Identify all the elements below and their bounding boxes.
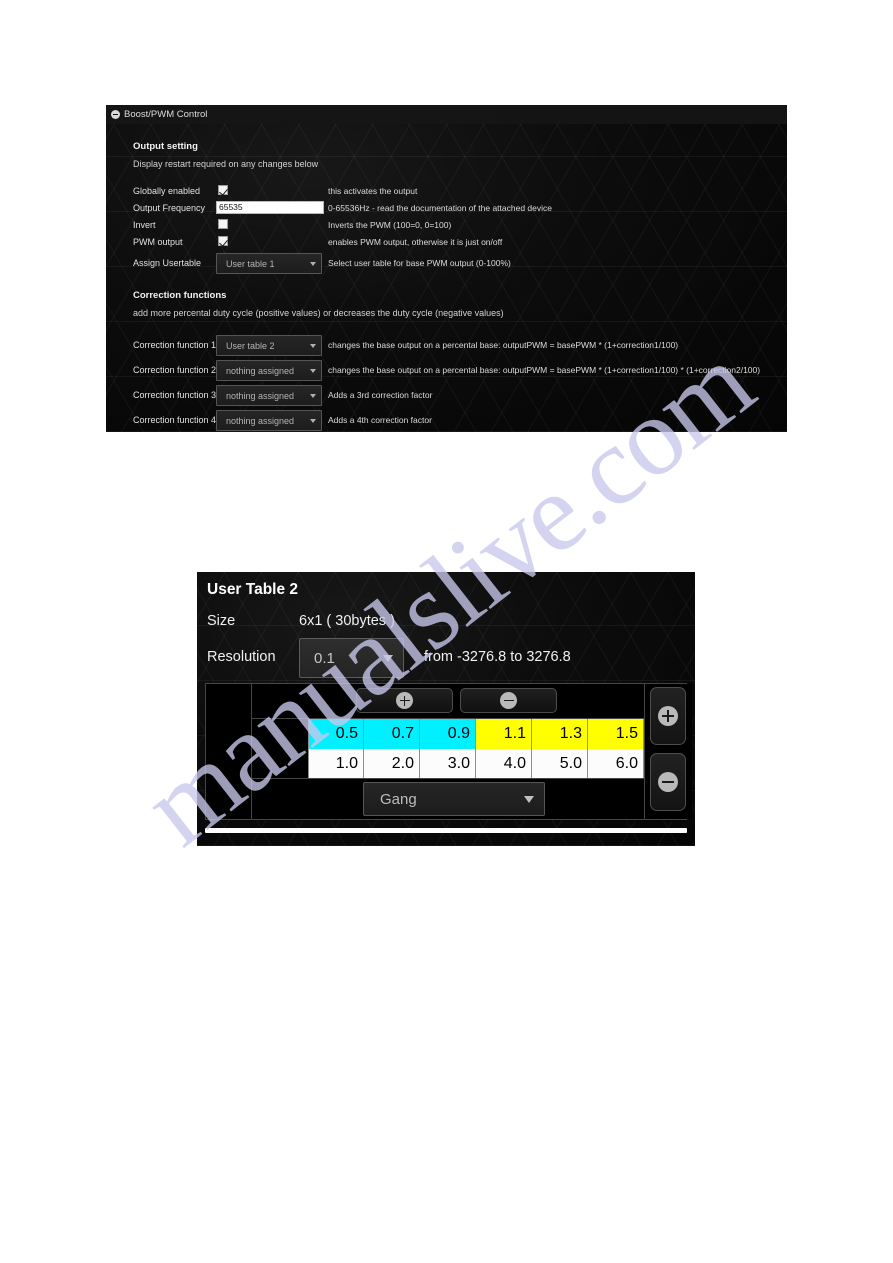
pwm-output-label: PWM output <box>133 237 183 247</box>
invert-description: Inverts the PWM (100=0, 0=100) <box>328 220 452 230</box>
table-cell-output-2[interactable]: 2.0 <box>364 749 420 778</box>
chevron-down-icon <box>310 393 316 398</box>
resolution-range: from -3276.8 to 3276.8 <box>424 649 571 665</box>
user-table-grid: 0.5 0.7 0.9 1.1 1.3 1.5 1.0 2.0 3.0 4.0 … <box>205 683 692 820</box>
chevron-down-icon <box>310 418 316 423</box>
grid-main-column: 0.5 0.7 0.9 1.1 1.3 1.5 1.0 2.0 3.0 4.0 … <box>252 684 644 819</box>
size-label: Size <box>207 613 236 629</box>
table-cell-input-1[interactable]: 0.5 <box>308 719 364 749</box>
chevron-down-icon <box>310 343 316 348</box>
pwm-output-checkbox[interactable] <box>218 236 228 246</box>
table-cell-input-3[interactable]: 0.9 <box>420 719 476 749</box>
correction-function-1-value: User table 2 <box>226 340 275 351</box>
output-frequency-input[interactable]: 65535 <box>216 201 324 214</box>
correction-functions-subheading: add more percental duty cycle (positive … <box>133 308 504 318</box>
assign-usertable-value: User table 1 <box>226 258 275 269</box>
chevron-down-icon <box>383 654 393 662</box>
add-column-button[interactable] <box>356 688 453 713</box>
grid-left-gutter <box>206 684 252 819</box>
globally-enabled-checkbox[interactable] <box>218 185 228 195</box>
correction-function-4-description: Adds a 4th correction factor <box>328 415 432 425</box>
globally-enabled-description: this activates the output <box>328 186 418 196</box>
output-setting-subheading: Display restart required on any changes … <box>133 159 319 169</box>
gang-row: Gang <box>252 779 644 819</box>
table-cell-output-6[interactable]: 6.0 <box>588 749 644 778</box>
correction-function-3-value: nothing assigned <box>226 390 295 401</box>
resolution-value: 0.1 <box>314 649 335 667</box>
table-cell-output-5[interactable]: 5.0 <box>532 749 588 778</box>
boost-pwm-control-panel: Boost/PWM Control Output setting Display… <box>106 105 787 432</box>
correction-function-4-dropdown[interactable]: nothing assigned <box>216 410 322 431</box>
correction-function-2-value: nothing assigned <box>226 365 295 376</box>
table-cell-output-4[interactable]: 4.0 <box>476 749 532 778</box>
table-cell-input-6[interactable]: 1.5 <box>588 719 644 749</box>
table-cell-input-2[interactable]: 0.7 <box>364 719 420 749</box>
panel-titlebar[interactable]: Boost/PWM Control <box>106 105 787 124</box>
row-header-spacer <box>252 719 308 749</box>
horizontal-scrollbar[interactable] <box>205 828 687 833</box>
pwm-output-description: enables PWM output, otherwise it is just… <box>328 237 503 247</box>
add-column-icon <box>396 692 413 709</box>
grid-right-gutter <box>644 684 692 819</box>
resolution-label: Resolution <box>207 649 276 665</box>
gang-dropdown[interactable]: Gang <box>363 782 545 816</box>
add-row-icon <box>658 706 678 726</box>
correction-function-2-description: changes the base output on a percental b… <box>328 365 761 375</box>
output-frequency-label: Output Frequency <box>133 203 206 213</box>
table-cell-input-4[interactable]: 1.1 <box>476 719 532 749</box>
assign-usertable-label: Assign Usertable <box>133 258 202 268</box>
table-cell-input-5[interactable]: 1.3 <box>532 719 588 749</box>
globally-enabled-label: Globally enabled <box>133 186 201 196</box>
output-values-row: 1.0 2.0 3.0 4.0 5.0 6.0 <box>252 749 644 779</box>
correction-function-1-dropdown[interactable]: User table 2 <box>216 335 322 356</box>
remove-row-icon <box>658 772 678 792</box>
chevron-down-icon <box>310 261 316 266</box>
output-frequency-description: 0-65536Hz - read the documentation of th… <box>328 203 552 213</box>
correction-function-3-description: Adds a 3rd correction factor <box>328 390 433 400</box>
collapse-circle-minus-icon[interactable] <box>111 110 120 119</box>
assign-usertable-dropdown[interactable]: User table 1 <box>216 253 322 274</box>
table-cell-output-1[interactable]: 1.0 <box>308 749 364 778</box>
size-value: 6x1 ( 30bytes ) <box>299 613 395 629</box>
remove-row-button[interactable] <box>650 753 686 811</box>
row-header-spacer <box>252 749 308 778</box>
add-row-button[interactable] <box>650 687 686 745</box>
correction-function-3-label: Correction function 3 <box>133 390 217 400</box>
correction-function-1-label: Correction function 1 <box>133 340 217 350</box>
correction-function-4-label: Correction function 4 <box>133 415 217 425</box>
correction-function-3-dropdown[interactable]: nothing assigned <box>216 385 322 406</box>
gang-dropdown-value: Gang <box>380 790 417 808</box>
correction-functions-heading: Correction functions <box>133 290 227 301</box>
invert-checkbox[interactable] <box>218 219 228 229</box>
correction-function-2-label: Correction function 2 <box>133 365 217 375</box>
chevron-down-icon <box>524 795 534 803</box>
output-setting-heading: Output setting <box>133 141 198 152</box>
invert-label: Invert <box>133 220 156 230</box>
column-tools-row <box>252 684 644 719</box>
resolution-dropdown[interactable]: 0.1 <box>299 638 404 678</box>
user-table-title: User Table 2 <box>207 581 299 598</box>
correction-function-2-dropdown[interactable]: nothing assigned <box>216 360 322 381</box>
assign-usertable-description: Select user table for base PWM output (0… <box>328 258 511 268</box>
chevron-down-icon <box>310 368 316 373</box>
remove-column-button[interactable] <box>460 688 557 713</box>
panel-title: Boost/PWM Control <box>124 108 208 120</box>
input-values-row: 0.5 0.7 0.9 1.1 1.3 1.5 <box>252 719 644 749</box>
user-table-panel: User Table 2 Size 6x1 ( 30bytes ) Resolu… <box>197 572 695 846</box>
correction-function-4-value: nothing assigned <box>226 415 295 426</box>
remove-column-icon <box>500 692 517 709</box>
correction-function-1-description: changes the base output on a percental b… <box>328 340 679 350</box>
table-cell-output-3[interactable]: 3.0 <box>420 749 476 778</box>
page-root: Boost/PWM Control Output setting Display… <box>0 0 893 1263</box>
